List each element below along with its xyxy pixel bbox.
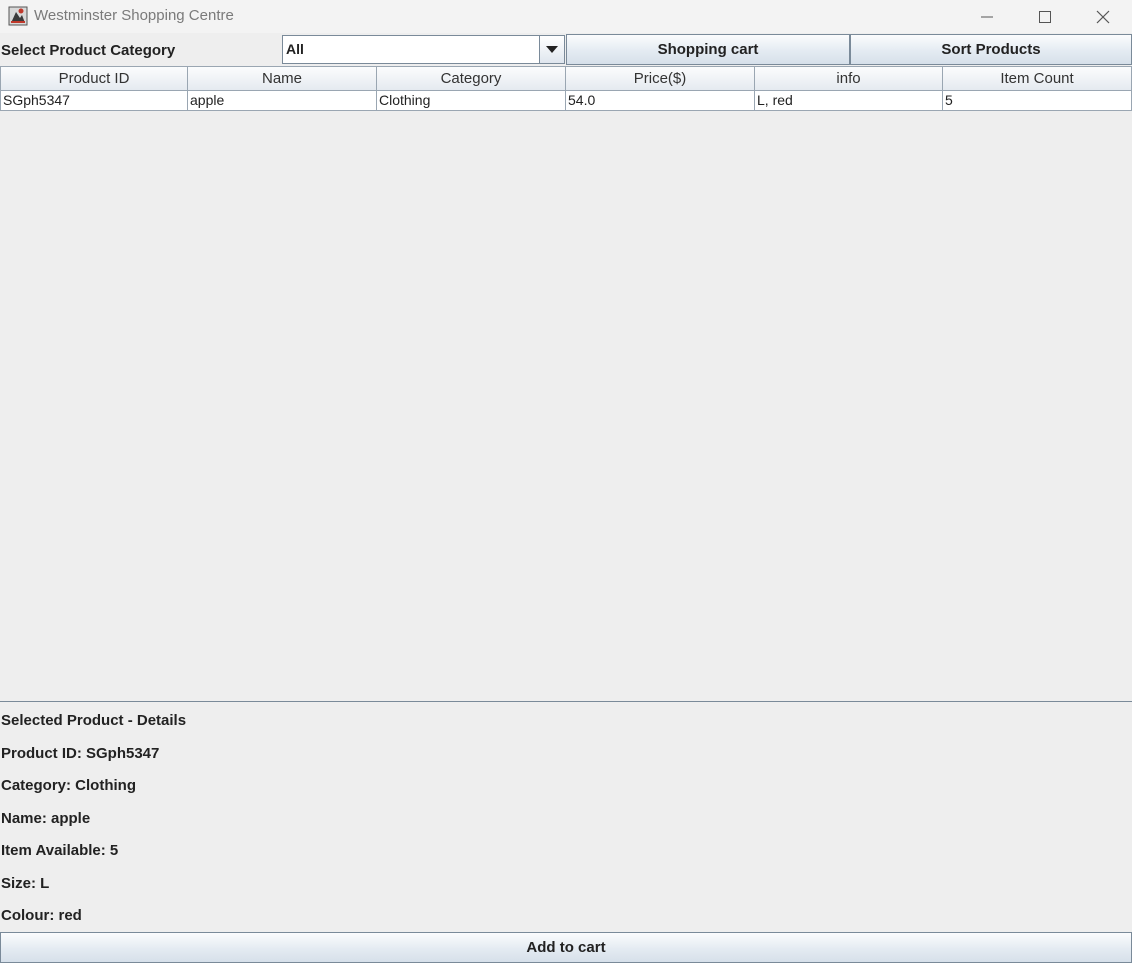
category-select[interactable]: All [282, 35, 565, 64]
window-title: Westminster Shopping Centre [34, 7, 234, 24]
table-cell-price[interactable]: 54.0 [566, 91, 755, 111]
details-product-id: Product ID: SGph5347 [1, 745, 160, 762]
table-row[interactable]: SGph5347 apple Clothing 54.0 L, red 5 [0, 91, 1132, 111]
close-button[interactable] [1074, 0, 1132, 33]
shopping-cart-button[interactable]: Shopping cart [566, 34, 850, 65]
table-cell-info[interactable]: L, red [755, 91, 943, 111]
details-heading: Selected Product - Details [1, 712, 187, 729]
table-cell-name[interactable]: apple [188, 91, 377, 111]
products-table[interactable]: Product ID Name Category Price($) info I… [0, 66, 1132, 702]
close-icon [1096, 10, 1110, 23]
app-icon[interactable] [8, 6, 28, 26]
column-header-price[interactable]: Price($) [566, 66, 755, 91]
column-header-info[interactable]: info [755, 66, 943, 91]
column-header-product-id[interactable]: Product ID [0, 66, 188, 91]
add-to-cart-button[interactable]: Add to cart [0, 932, 1132, 963]
dropdown-arrow-button[interactable] [539, 36, 564, 63]
title-bar: Westminster Shopping Centre [0, 0, 1132, 33]
sort-products-button[interactable]: Sort Products [850, 34, 1132, 65]
toolbar: Select Product Category All Shopping car… [0, 33, 1132, 66]
table-cell-product-id[interactable]: SGph5347 [0, 91, 188, 111]
column-header-name[interactable]: Name [188, 66, 377, 91]
details-colour: Colour: red [1, 907, 82, 924]
category-select-value: All [286, 41, 304, 57]
maximize-button[interactable] [1016, 0, 1074, 33]
category-label: Select Product Category [1, 42, 176, 59]
column-header-item-count[interactable]: Item Count [943, 66, 1132, 91]
details-size: Size: L [1, 875, 50, 892]
table-cell-category[interactable]: Clothing [377, 91, 566, 111]
table-header: Product ID Name Category Price($) info I… [0, 66, 1132, 91]
minimize-button[interactable] [958, 0, 1016, 33]
column-header-category[interactable]: Category [377, 66, 566, 91]
details-name: Name: apple [1, 810, 91, 827]
details-items-available: Item Available: 5 [1, 842, 119, 859]
details-category: Category: Clothing [1, 777, 136, 794]
chevron-down-icon [546, 45, 558, 53]
maximize-icon [1039, 10, 1051, 23]
minimize-icon [981, 16, 993, 17]
table-cell-item-count[interactable]: 5 [943, 91, 1132, 111]
